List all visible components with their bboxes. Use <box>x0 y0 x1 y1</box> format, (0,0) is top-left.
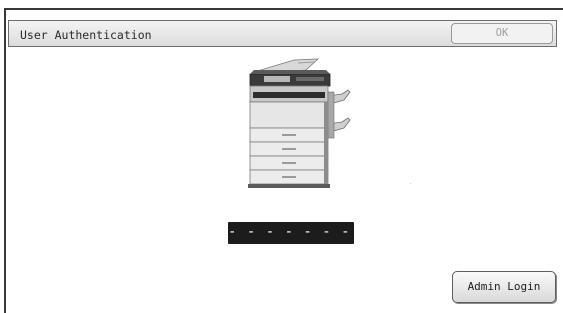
multifunction-printer-icon <box>244 56 354 190</box>
frame-left-border <box>4 8 6 313</box>
title-bar: User Authentication OK <box>8 20 557 47</box>
ok-button[interactable]: OK <box>451 23 553 44</box>
decorative-speck <box>410 183 411 184</box>
admin-login-button[interactable]: Admin Login <box>452 271 556 303</box>
frame-top-border <box>4 8 563 10</box>
password-field[interactable]: - - - - - - - - <box>228 222 354 244</box>
page-title: User Authentication <box>20 28 152 42</box>
authentication-screen: User Authentication OK - - - - - - - Adm… <box>0 0 563 313</box>
